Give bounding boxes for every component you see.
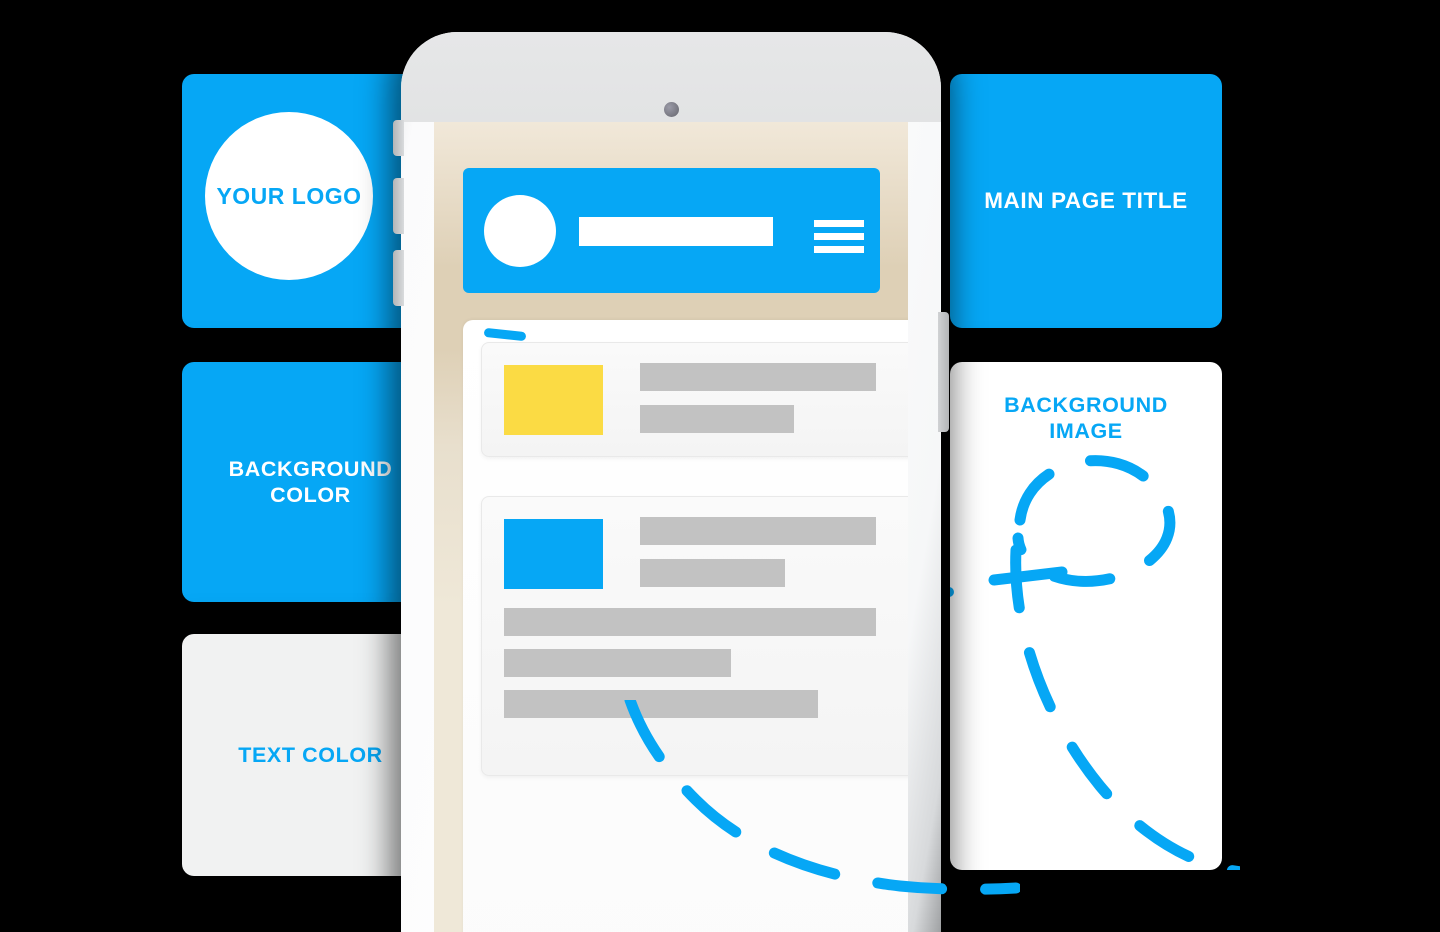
volume-up-button[interactable] [393, 178, 404, 234]
content-panel [463, 320, 908, 932]
text-placeholder-line [640, 363, 876, 391]
blue-dash-accent-icon [483, 327, 527, 342]
background-color-line-2: COLOR [270, 483, 351, 507]
mockup-stage: YOUR LOGO MAIN PAGE TITLE BACKGROUND COL… [0, 0, 1440, 932]
power-button[interactable] [938, 312, 949, 432]
smartphone-mockup [393, 32, 949, 932]
swatch-main-page-title[interactable]: MAIN PAGE TITLE [950, 74, 1222, 328]
text-placeholder-line [640, 405, 794, 433]
list-card[interactable] [481, 342, 908, 457]
text-placeholder-line [640, 517, 876, 545]
hamburger-menu-icon[interactable] [814, 220, 864, 253]
background-image-line-2: IMAGE [1049, 419, 1123, 444]
list-card[interactable] [481, 496, 908, 776]
card-thumbnail [504, 365, 603, 435]
hamburger-line [814, 220, 864, 227]
main-page-title-label: MAIN PAGE TITLE [984, 188, 1188, 214]
avatar[interactable] [484, 195, 556, 267]
card-thumbnail [504, 519, 603, 589]
text-placeholder-line [504, 649, 731, 677]
title-placeholder-bar [579, 217, 773, 246]
hamburger-line [814, 246, 864, 253]
logo-line-1: YOUR [216, 182, 285, 209]
front-camera-icon [664, 102, 679, 117]
text-color-label: TEXT COLOR [238, 742, 383, 767]
background-image-line-1: BACKGROUND [1004, 393, 1168, 417]
logo-circle[interactable]: YOUR LOGO [205, 112, 373, 280]
swatch-background-image[interactable]: BACKGROUND IMAGE [950, 362, 1222, 870]
hamburger-line [814, 233, 864, 240]
text-placeholder-line [640, 559, 785, 587]
silent-switch-button[interactable] [393, 120, 404, 156]
text-placeholder-line [504, 690, 818, 718]
volume-down-button[interactable] [393, 250, 404, 306]
background-color-line-1: BACKGROUND [228, 456, 393, 481]
text-placeholder-line [504, 608, 876, 636]
logo-line-2: LOGO [291, 182, 362, 209]
phone-screen [434, 122, 908, 932]
app-bar [463, 168, 880, 293]
